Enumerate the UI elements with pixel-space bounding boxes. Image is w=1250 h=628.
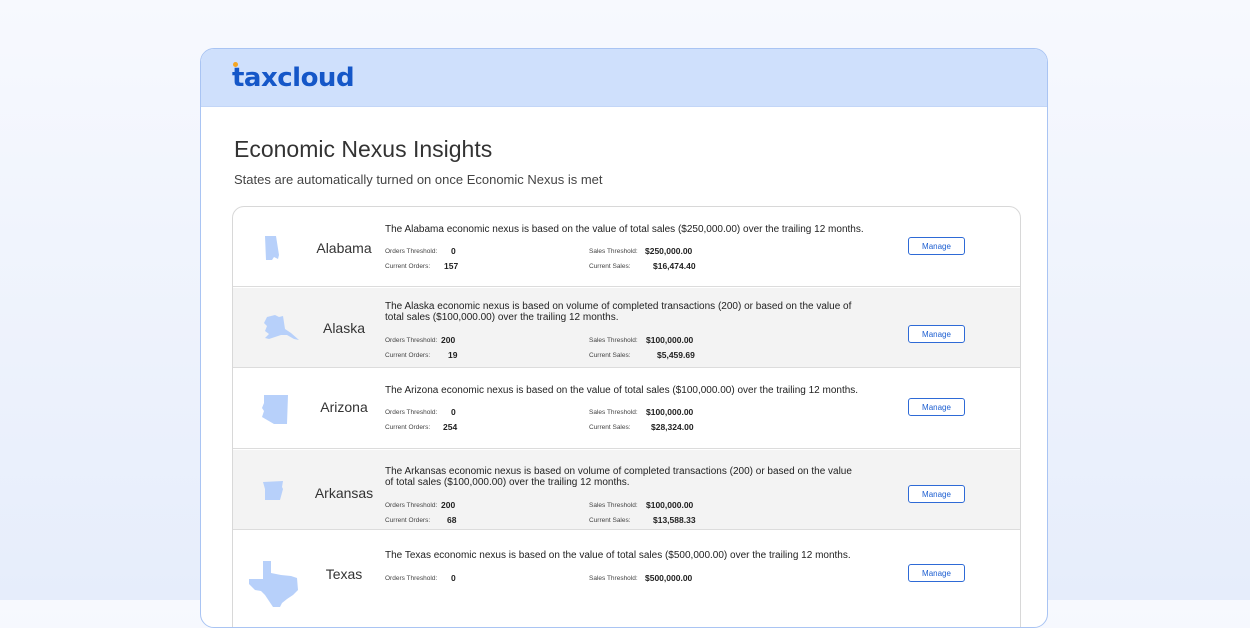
nexus-description: The Arkansas economic nexus is based on … <box>385 466 852 488</box>
state-row-alaska: Alaska The Alaska economic nexus is base… <box>233 288 1020 368</box>
current-sales-value: $16,474.40 <box>653 261 696 271</box>
orders-threshold-value: 0 <box>451 407 456 417</box>
nexus-description: The Arizona economic nexus is based on t… <box>385 385 859 396</box>
orders-threshold-value: 200 <box>441 335 456 345</box>
state-name: Alabama <box>316 240 372 256</box>
state-name: Arizona <box>320 399 368 415</box>
current-orders-label: Current Orders: <box>385 424 431 431</box>
state-row-arkansas: Arkansas The Arkansas economic nexus is … <box>233 450 1020 530</box>
alaska-map-icon <box>264 315 299 340</box>
alabama-map-icon <box>265 236 279 260</box>
state-row-alabama: Alabama The Alabama economic nexus is ba… <box>233 207 1020 287</box>
sales-threshold-value: $500,000.00 <box>645 573 693 583</box>
state-name: Texas <box>325 566 363 582</box>
state-name: Alaska <box>322 320 366 336</box>
current-sales-label: Current Sales: <box>589 263 631 270</box>
manage-button[interactable]: Manage <box>908 325 965 343</box>
taxcloud-logo[interactable]: taxcloud <box>232 63 355 93</box>
manage-button[interactable]: Manage <box>908 237 965 255</box>
sales-threshold-label: Sales Threshold: <box>589 409 638 416</box>
orders-threshold-value: 200 <box>441 500 456 510</box>
current-sales-label: Current Sales: <box>589 352 631 359</box>
current-sales-value: $28,324.00 <box>651 422 694 432</box>
current-orders-label: Current Orders: <box>385 263 431 270</box>
sales-threshold-value: $100,000.00 <box>646 407 694 417</box>
state-row-texas: Texas The Texas economic nexus is based … <box>233 531 1020 611</box>
sales-threshold-label: Sales Threshold: <box>589 575 638 582</box>
sales-threshold-value: $100,000.00 <box>646 500 694 510</box>
orders-threshold-value: 0 <box>451 246 456 256</box>
manage-button[interactable]: Manage <box>908 398 965 416</box>
current-orders-value: 19 <box>448 350 458 360</box>
sales-threshold-label: Sales Threshold: <box>589 248 638 255</box>
sales-threshold-value: $100,000.00 <box>646 335 694 345</box>
current-sales-value: $13,588.33 <box>653 515 696 525</box>
manage-button[interactable]: Manage <box>908 485 965 503</box>
state-row-arizona: Arizona The Arizona economic nexus is ba… <box>233 369 1020 449</box>
orders-threshold-label: Orders Threshold: <box>385 502 438 509</box>
state-name: Arkansas <box>314 485 374 501</box>
sales-threshold-label: Sales Threshold: <box>589 337 638 344</box>
page-title: Economic Nexus Insights <box>234 136 493 162</box>
current-sales-value: $5,459.69 <box>657 350 695 360</box>
arizona-map-icon <box>262 395 288 424</box>
app-header: taxcloud <box>201 49 1047 107</box>
current-sales-label: Current Sales: <box>589 424 631 431</box>
manage-button[interactable]: Manage <box>908 564 965 582</box>
nexus-description: The Texas economic nexus is based on the… <box>385 550 851 561</box>
orders-threshold-label: Orders Threshold: <box>385 575 438 582</box>
orders-threshold-label: Orders Threshold: <box>385 409 438 416</box>
current-orders-label: Current Orders: <box>385 517 431 524</box>
current-sales-label: Current Sales: <box>589 517 631 524</box>
current-orders-value: 68 <box>447 515 457 525</box>
orders-threshold-value: 0 <box>451 573 456 583</box>
nexus-description: The Alaska economic nexus is based on vo… <box>385 301 852 323</box>
current-orders-label: Current Orders: <box>385 352 431 359</box>
arkansas-map-icon <box>263 481 283 500</box>
sales-threshold-value: $250,000.00 <box>645 246 693 256</box>
nexus-description: The Alabama economic nexus is based on t… <box>385 224 864 235</box>
page-subtitle: States are automatically turned on once … <box>234 172 603 187</box>
sales-threshold-label: Sales Threshold: <box>589 502 638 509</box>
orders-threshold-label: Orders Threshold: <box>385 248 438 255</box>
current-orders-value: 157 <box>444 261 459 271</box>
current-orders-value: 254 <box>443 422 458 432</box>
app-window: taxcloud Economic Nexus Insights States … <box>200 48 1048 628</box>
orders-threshold-label: Orders Threshold: <box>385 337 438 344</box>
nexus-state-list: Alabama The Alabama economic nexus is ba… <box>232 206 1021 627</box>
